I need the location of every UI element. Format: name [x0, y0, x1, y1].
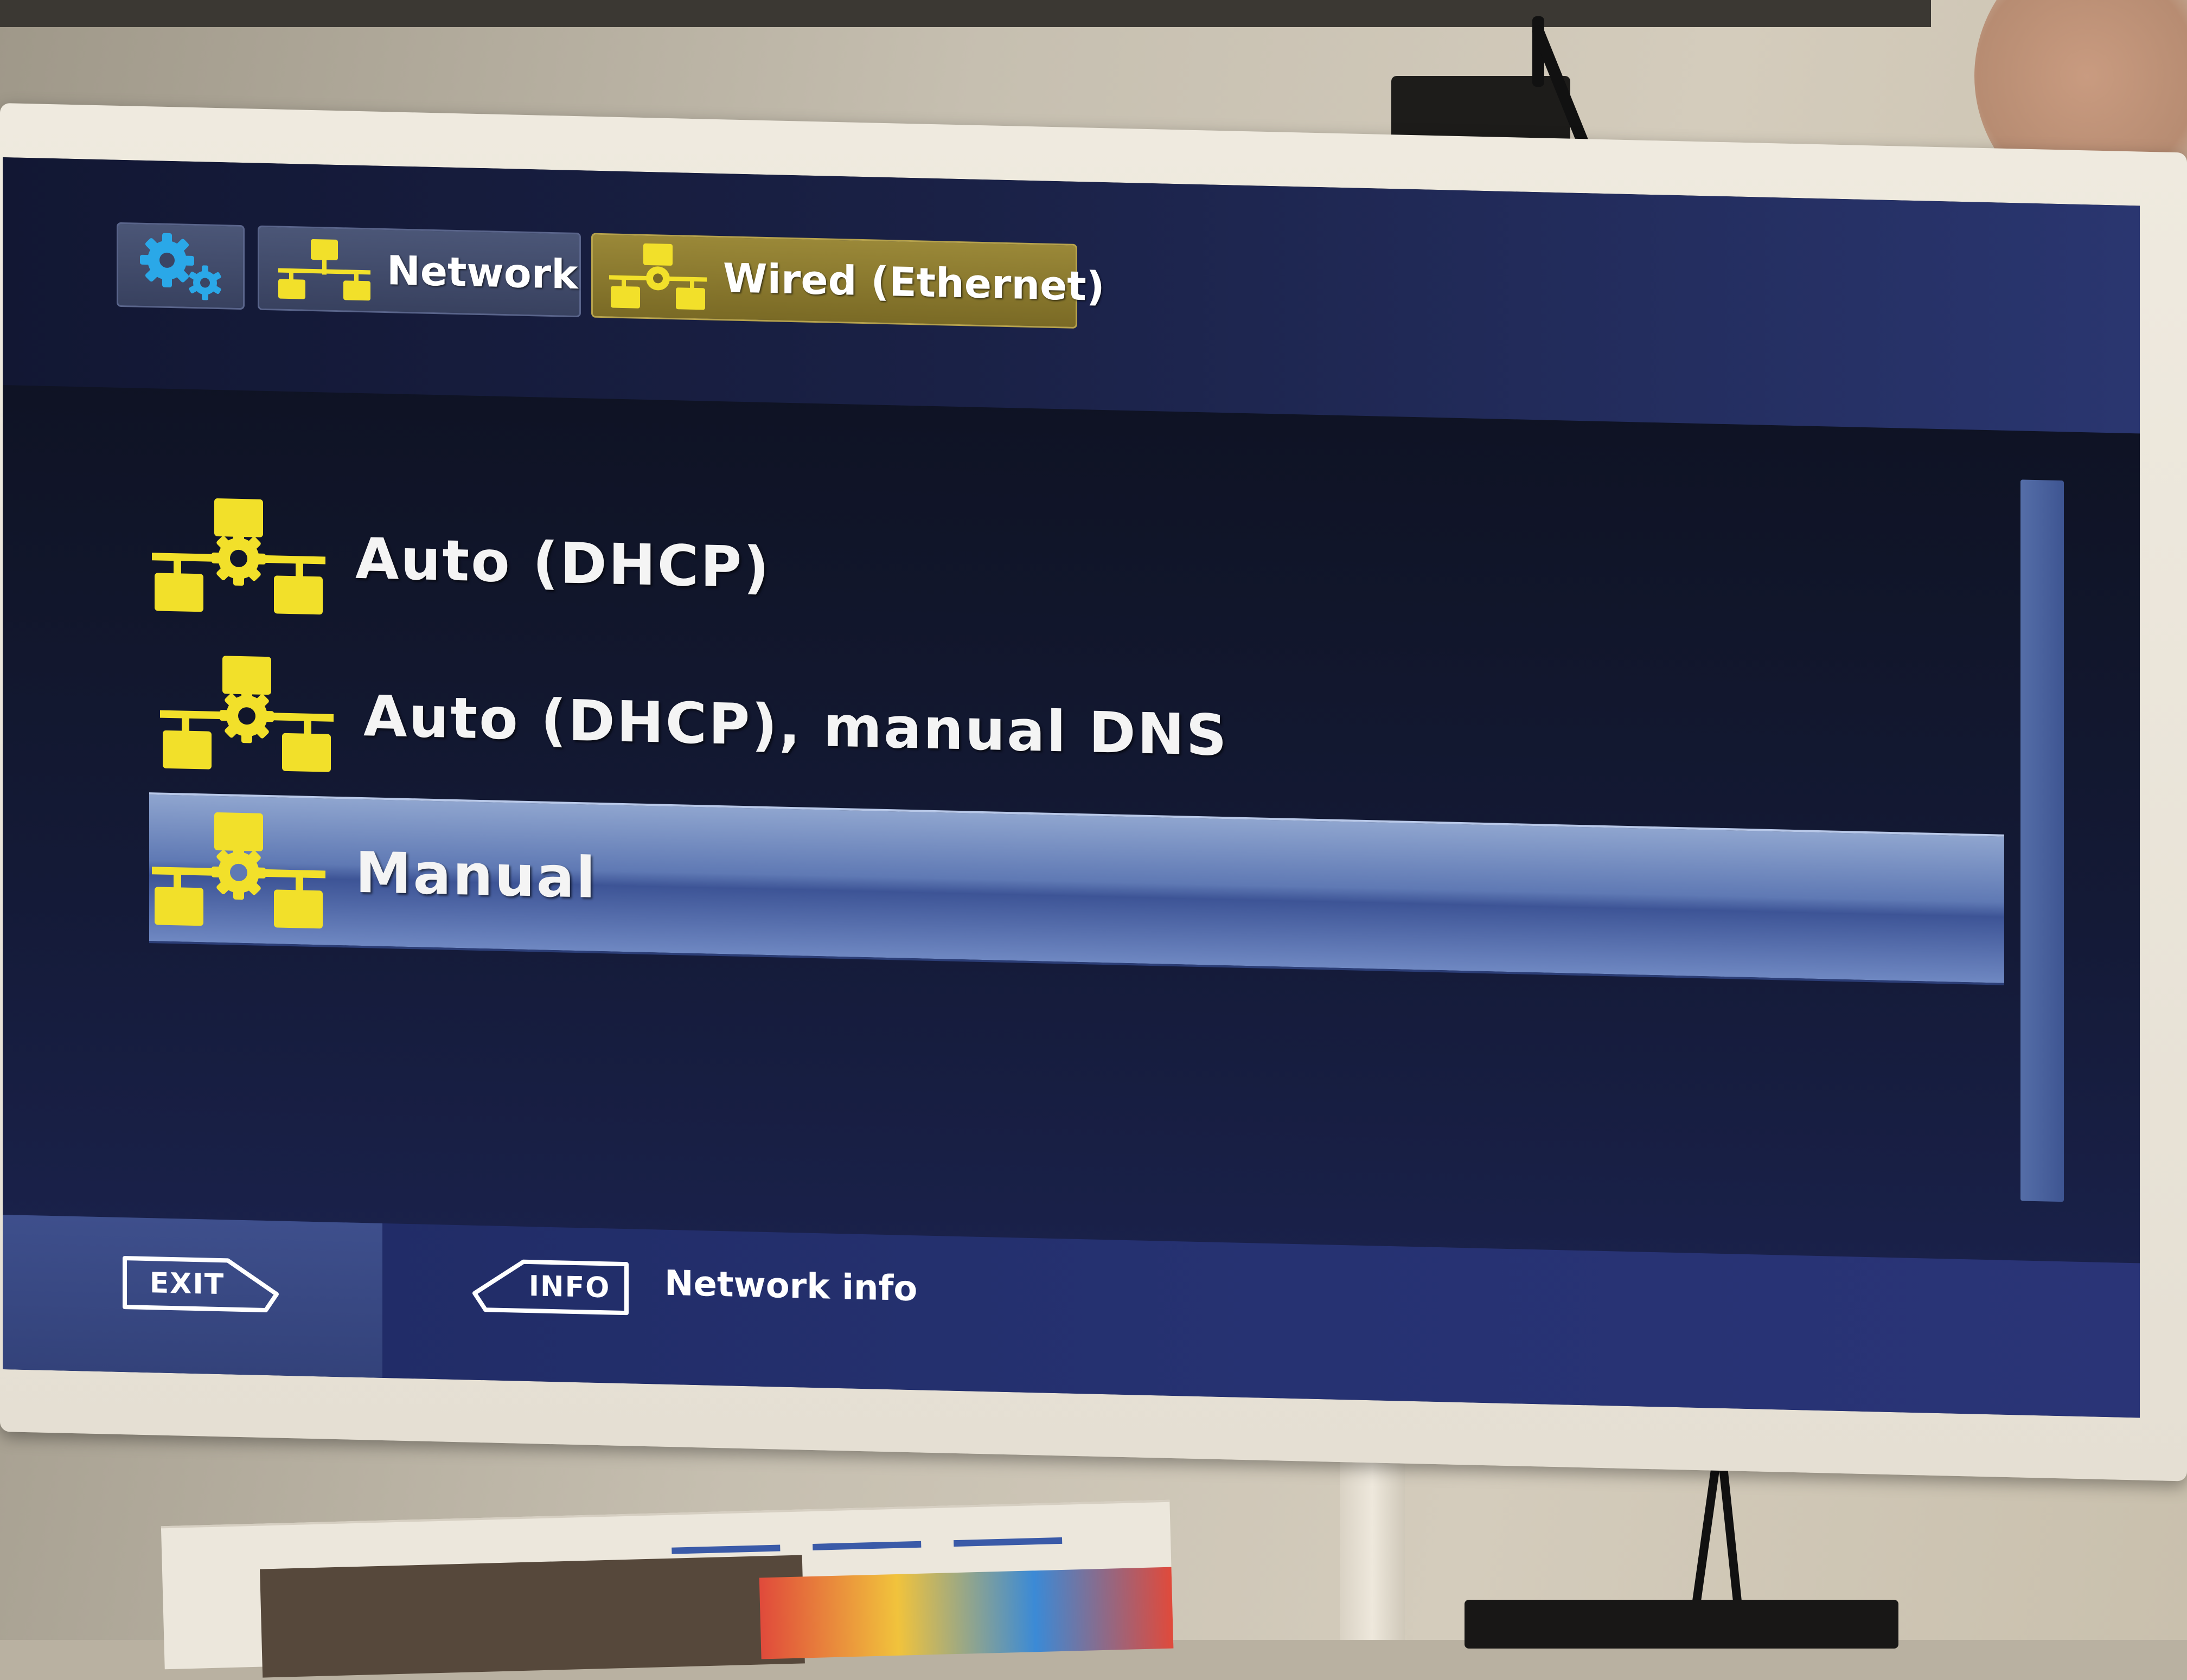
network-settings-icon [152, 812, 325, 929]
network-settings-icon [160, 656, 334, 772]
info-key-button[interactable]: INFO [469, 1255, 632, 1319]
menu-item-label: Auto (DHCP) [355, 525, 771, 601]
exit-key-label: EXIT [149, 1267, 225, 1301]
menu-scrollbar[interactable] [2020, 479, 2064, 1202]
menu-item-auto-dhcp[interactable]: Auto (DHCP) [149, 480, 1993, 669]
tv-screen: Network Wired (Ethernet) Auto (DHCP) Aut… [3, 157, 2140, 1418]
menu-item-auto-dhcp-manual-dns[interactable]: Auto (DHCP), manual DNS [157, 638, 2001, 826]
info-key-label: INFO [528, 1270, 611, 1305]
set-top-box [1465, 1600, 1898, 1649]
network-settings-icon [152, 498, 325, 615]
menu-item-label: Manual [355, 839, 597, 911]
papers-on-table [161, 1499, 1174, 1678]
network-info-label: Network info [664, 1263, 918, 1310]
exit-key-button[interactable]: EXIT [119, 1253, 282, 1316]
menu-item-label: Auto (DHCP), manual DNS [363, 683, 1229, 769]
menu-item-manual[interactable]: Manual [149, 792, 2004, 985]
shelf [0, 0, 1931, 27]
